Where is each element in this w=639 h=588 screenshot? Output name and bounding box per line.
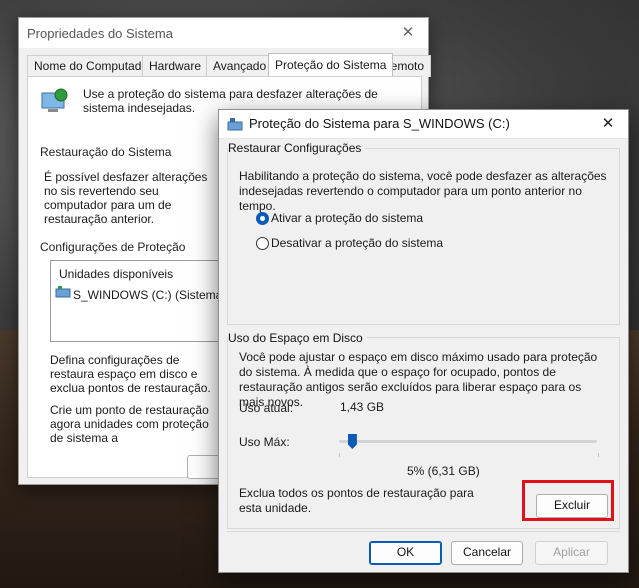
- footer-separator: [227, 531, 620, 532]
- configure-text: Defina configurações de restaura espaço …: [50, 353, 211, 395]
- radio-enable-protection[interactable]: [256, 212, 269, 225]
- tab-hardware[interactable]: Hardware: [142, 55, 209, 77]
- slider-ticks: [339, 453, 599, 457]
- radio-enable-label[interactable]: Ativar a proteção do sistema: [271, 211, 423, 226]
- current-usage-label: Uso atual:: [239, 401, 294, 415]
- dialog-titlebar: Proteção do Sistema para S_WINDOWS (C:) …: [219, 110, 628, 139]
- window-title: Propriedades do Sistema: [27, 26, 173, 41]
- drives-list[interactable]: Unidades disponíveis S_WINDOWS (C:) (Sis…: [50, 260, 242, 342]
- radio-disable-label[interactable]: Desativar a proteção do sistema: [271, 236, 443, 251]
- tab-system-protection[interactable]: Proteção do Sistema: [268, 53, 394, 78]
- dialog-title: Proteção do Sistema para S_WINDOWS (C:): [249, 116, 510, 131]
- ok-button[interactable]: OK: [369, 541, 442, 565]
- drive-shield-icon: [227, 118, 243, 131]
- apply-button[interactable]: Aplicar: [535, 541, 608, 565]
- disk-usage-label: Uso do Espaço em Disco: [228, 331, 367, 345]
- current-usage-value: 1,43 GB: [340, 400, 385, 414]
- drive-icon: [55, 286, 71, 298]
- disk-usage-description: Você pode ajustar o espaço em disco máxi…: [239, 350, 598, 409]
- drive-item[interactable]: S_WINDOWS (C:) (Sistema): [73, 288, 226, 302]
- restore-settings-description: Habilitando a proteção do sistema, você …: [239, 169, 607, 213]
- close-icon[interactable]: ✕: [398, 23, 418, 43]
- restore-heading: Restauração do Sistema: [40, 145, 172, 159]
- delete-button-highlight: [522, 480, 614, 521]
- create-text: Crie um ponto de restauração agora unida…: [50, 403, 209, 445]
- cancel-button[interactable]: Cancelar: [451, 541, 523, 565]
- max-usage-value: 5% (6,31 GB): [407, 464, 480, 478]
- max-usage-label: Uso Máx:: [239, 435, 290, 449]
- restore-settings-label: Restaurar Configurações: [228, 141, 366, 155]
- radio-disable-protection[interactable]: [256, 237, 269, 250]
- config-heading: Configurações de Proteção: [40, 240, 186, 254]
- tab-computer-name[interactable]: Nome do Computador: [27, 55, 160, 77]
- drives-header: Unidades disponíveis: [59, 267, 174, 281]
- tab-advanced[interactable]: Avançado: [206, 55, 274, 77]
- computer-shield-icon: [41, 88, 68, 112]
- close-icon[interactable]: ✕: [598, 114, 618, 134]
- max-usage-slider-track[interactable]: [339, 440, 597, 443]
- delete-description: Exclua todos os pontos de restauração pa…: [239, 486, 474, 515]
- titlebar: Propriedades do Sistema ✕: [19, 18, 428, 48]
- system-protection-dialog: Proteção do Sistema para S_WINDOWS (C:) …: [218, 109, 629, 573]
- restore-text: É possível desfazer alterações no sis re…: [44, 170, 208, 226]
